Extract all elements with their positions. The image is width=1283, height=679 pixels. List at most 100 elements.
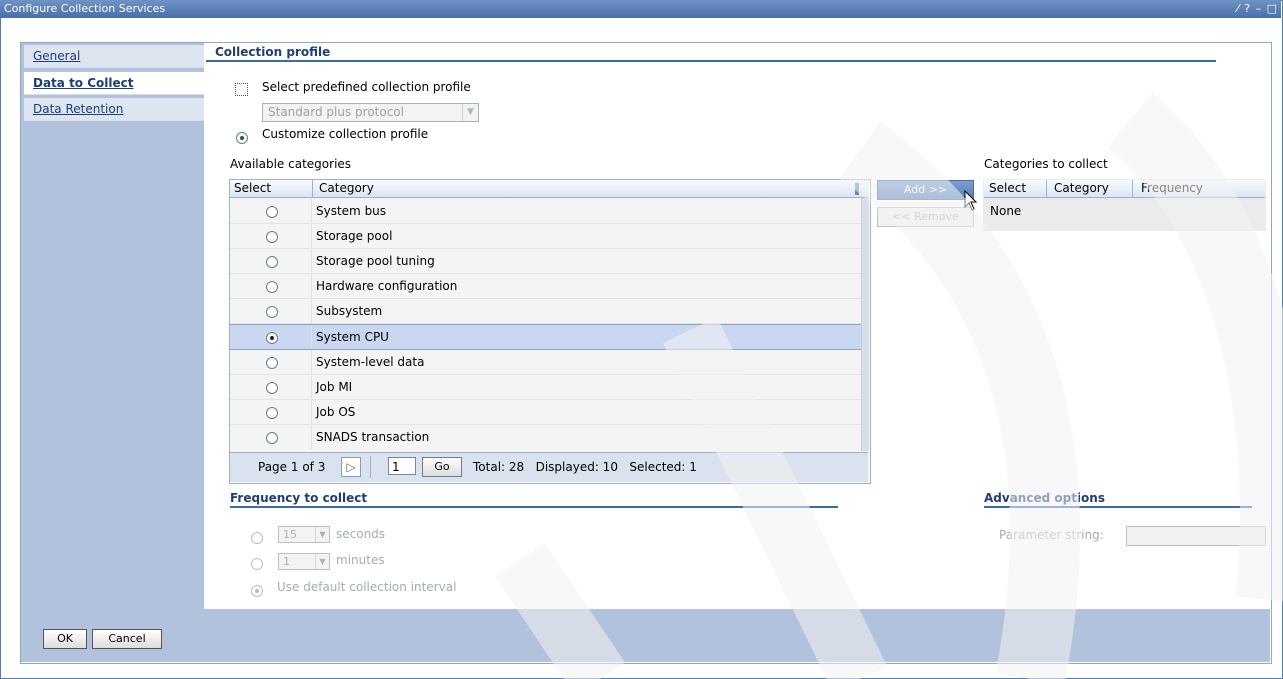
table-row[interactable]: System bus [230, 199, 861, 224]
row-select-radio[interactable] [266, 332, 278, 344]
predefined-profile-label: Select predefined collection profile [262, 80, 471, 94]
table-row[interactable]: Storage pool tuning [230, 249, 861, 274]
predefined-profile-select[interactable]: Standard plus protocol ▼ [262, 103, 479, 122]
row-select-radio[interactable] [266, 306, 278, 318]
column-header-category[interactable]: Category [1047, 180, 1133, 198]
default-interval-radio[interactable] [251, 585, 263, 597]
minutes-select[interactable]: 1 ▼ [278, 553, 330, 570]
column-header-frequency[interactable]: Frequency [1133, 180, 1265, 198]
row-category: System-level data [316, 355, 425, 369]
column-resize-icon: ❚ [851, 181, 862, 195]
table-row[interactable]: Hardware configuration [230, 274, 861, 299]
seconds-radio[interactable] [251, 532, 263, 544]
row-category: System CPU [316, 330, 389, 344]
column-header-select-label: Select [989, 181, 1027, 195]
table-row[interactable]: Job MI [230, 375, 861, 400]
sidebar-item-general[interactable]: General [24, 45, 204, 68]
row-category: Subsystem [316, 304, 383, 318]
seconds-value: 15 [283, 528, 297, 541]
column-separator [311, 400, 312, 424]
cancel-button[interactable]: Cancel [92, 629, 162, 649]
pager-summary: Total: 28 Displayed: 10 Selected: 1 [473, 460, 697, 474]
collection-profile-heading: Collection profile [215, 45, 331, 59]
customize-profile-label: Customize collection profile [262, 127, 429, 141]
frequency-divider [230, 506, 838, 508]
sidebar-item-data-to-collect[interactable]: Data to Collect [24, 72, 204, 95]
default-interval-label: Use default collection interval [277, 580, 457, 594]
row-category: Job OS [316, 405, 356, 419]
table-pager: Page 1 of 3 ▷ 1 Go Total: 28 Displayed: … [230, 452, 868, 482]
frequency-heading: Frequency to collect [230, 491, 368, 505]
row-category: Storage pool [316, 229, 393, 243]
row-select-radio[interactable] [266, 432, 278, 444]
minutes-label: minutes [336, 553, 385, 567]
parameter-string-label: Parameter string: [999, 528, 1104, 542]
scrollbar-thumb[interactable] [862, 198, 869, 451]
table-scrollbar[interactable] [861, 198, 869, 451]
minutes-value: 1 [283, 555, 290, 568]
collection-profile-divider [206, 60, 1216, 62]
add-button[interactable]: Add >> [877, 180, 974, 200]
column-header-select[interactable]: Select [984, 180, 1047, 198]
footer-bar [21, 609, 1270, 662]
window-title: Configure Collection Services [4, 2, 166, 15]
chevron-down-icon: ▼ [462, 104, 478, 121]
table-row[interactable]: SNADS transaction [230, 425, 861, 451]
table-row[interactable]: Storage pool [230, 224, 861, 249]
available-categories-label: Available categories [230, 157, 352, 171]
ok-button[interactable]: OK [43, 629, 87, 649]
row-select-radio[interactable] [266, 407, 278, 419]
table-row[interactable]: Job OS [230, 400, 861, 425]
seconds-select[interactable]: 15 ▼ [278, 526, 330, 543]
row-category: Hardware configuration [316, 279, 458, 293]
categories-to-collect-label: Categories to collect [984, 157, 1108, 171]
column-separator [311, 199, 312, 223]
title-bar: Configure Collection Services ⁄ ? – □ [0, 0, 1281, 18]
pager-divider [370, 456, 371, 478]
column-header-category[interactable]: Category ❚ [313, 180, 868, 198]
column-header-select-label: Select [234, 181, 272, 195]
page-indicator: Page 1 of 3 [258, 460, 326, 474]
column-separator [311, 375, 312, 399]
row-select-radio[interactable] [266, 382, 278, 394]
page-number-input[interactable]: 1 [388, 457, 416, 475]
customize-profile-radio[interactable] [236, 132, 248, 144]
column-separator [311, 274, 312, 298]
column-header-category-label: Category [319, 181, 374, 195]
predefined-profile-checkbox[interactable] [235, 83, 248, 96]
remove-button[interactable]: << Remove [877, 207, 974, 227]
minutes-radio[interactable] [251, 558, 263, 570]
table-row[interactable]: System-level data [230, 350, 861, 375]
row-select-radio[interactable] [266, 256, 278, 268]
go-button[interactable]: Go [422, 457, 462, 477]
table-row-selected[interactable]: System CPU [230, 324, 861, 350]
column-separator [311, 224, 312, 248]
column-separator [311, 325, 312, 349]
seconds-label: seconds [336, 527, 386, 541]
sidebar-item-data-retention[interactable]: Data Retention [24, 98, 204, 121]
row-select-radio[interactable] [266, 281, 278, 293]
sidebar-item-label[interactable]: Data Retention [24, 102, 123, 116]
row-category: Job MI [316, 380, 353, 394]
next-page-icon[interactable]: ▷ [341, 457, 361, 477]
sidebar-item-label[interactable]: Data to Collect [24, 76, 134, 90]
row-category: System bus [316, 204, 387, 218]
column-header-select[interactable]: Select [230, 180, 313, 198]
mouse-cursor-icon [964, 190, 978, 211]
column-separator [311, 350, 312, 374]
window-controls[interactable]: ⁄ ? – □ [1237, 0, 1278, 18]
row-select-radio[interactable] [266, 231, 278, 243]
row-select-radio[interactable] [266, 357, 278, 369]
sidebar-item-label[interactable]: General [24, 49, 80, 63]
row-category: Storage pool tuning [316, 254, 435, 268]
parameter-string-input[interactable] [1126, 526, 1266, 546]
advanced-options-divider [984, 506, 1252, 508]
column-header-category-label: Category [1054, 181, 1109, 195]
column-separator [311, 425, 312, 449]
row-select-radio[interactable] [266, 206, 278, 218]
table-row[interactable]: Subsystem [230, 299, 861, 324]
sidebar [21, 43, 204, 609]
chevron-down-icon: ▼ [315, 527, 329, 542]
row-category: SNADS transaction [316, 430, 430, 444]
advanced-options-heading: Advanced options [984, 491, 1105, 505]
